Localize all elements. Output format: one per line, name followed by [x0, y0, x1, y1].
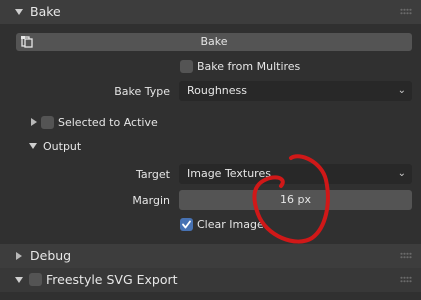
red-circle-annotation — [252, 154, 330, 244]
